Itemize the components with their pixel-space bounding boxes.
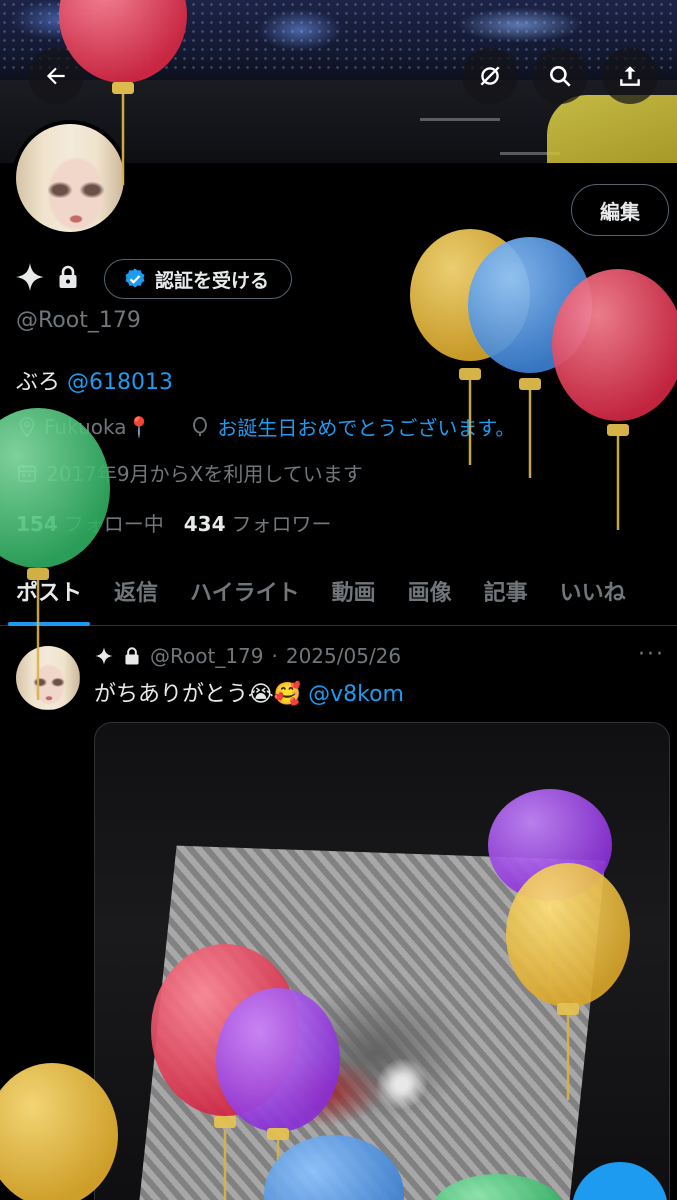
followers-link[interactable]: 434 フォロワー (184, 508, 332, 537)
profile-handle: @Root_179 (16, 308, 141, 333)
sparkle-icon (14, 261, 46, 297)
tab-replies[interactable]: 返信 (98, 556, 174, 626)
tab-photos[interactable]: 画像 (392, 556, 468, 626)
search-button[interactable] (532, 48, 588, 104)
get-verified-button[interactable]: 認証を受ける (104, 259, 293, 299)
more-options-icon[interactable]: ··· (638, 642, 665, 667)
banner-car (547, 95, 677, 163)
bio-text: ぶろ (16, 370, 61, 395)
post-avatar[interactable] (16, 646, 80, 710)
verified-badge-icon (125, 268, 145, 288)
lane-mark (420, 118, 500, 121)
mute-button[interactable] (462, 48, 518, 104)
website-link[interactable]: お誕生日おめでとうございます。 (217, 412, 515, 441)
bio-mention-link[interactable]: @618013 (67, 370, 173, 395)
followers-label: フォロワー (231, 512, 332, 536)
calendar-icon (17, 464, 37, 482)
location-text: Fukuoka📍 (44, 414, 152, 439)
tab-videos[interactable]: 動画 (316, 556, 392, 626)
back-icon (46, 67, 65, 85)
balloon (552, 269, 677, 530)
post-date[interactable]: 2025/05/26 (286, 644, 401, 668)
back-button[interactable] (28, 48, 84, 104)
media-artwork (134, 845, 606, 1200)
avatar-photo (16, 124, 124, 232)
share-icon (620, 66, 640, 86)
get-verified-label: 認証を受ける (155, 269, 270, 292)
tab-posts[interactable]: ポスト (0, 556, 98, 626)
profile-tabs: ポスト 返信 ハイライト 動画 画像 記事 いいね (0, 556, 677, 626)
post-header: @Root_179 · 2025/05/26 (94, 644, 401, 668)
tab-highlights[interactable]: ハイライト (174, 556, 316, 626)
post-mention-link[interactable]: @v8kom (308, 682, 404, 707)
followers-count: 434 (183, 512, 226, 536)
profile-avatar[interactable] (12, 120, 128, 236)
post-body: がちありがとう😭🥰 (94, 682, 302, 707)
follow-stats: 154 フォロー中 434 フォロワー (16, 508, 332, 537)
post-media-image[interactable] (94, 722, 670, 1200)
following-count: 154 (16, 512, 58, 536)
tab-articles[interactable]: 記事 (468, 556, 544, 626)
post-handle[interactable]: @Root_179 (150, 644, 264, 668)
share-button[interactable] (602, 48, 658, 104)
following-link[interactable]: 154 フォロー中 (16, 508, 164, 537)
lock-icon (125, 647, 139, 665)
joined-text: 2017年9月からXを利用しています (46, 462, 363, 486)
post-text: がちありがとう😭🥰 @v8kom (94, 676, 404, 708)
joined-date: 2017年9月からXを利用しています (16, 458, 363, 487)
tab-likes[interactable]: いいね (544, 556, 642, 626)
profile-meta: Fukuoka📍 お誕生日おめでとうございます。 (16, 412, 515, 441)
lock-icon (56, 264, 80, 294)
edit-profile-button[interactable]: 編集 (571, 184, 669, 236)
following-label: フォロー中 (63, 512, 164, 536)
post-separator: · (271, 644, 278, 668)
balloon-icon (193, 416, 208, 436)
sparkle-icon (95, 647, 113, 665)
post-avatar-photo (16, 646, 80, 710)
profile-bio: ぶろ @618013 (16, 364, 173, 396)
display-name-row: 認証を受ける (14, 258, 293, 300)
search-icon (550, 66, 571, 87)
post-item[interactable]: @Root_179 · 2025/05/26 ··· がちありがとう😭🥰 @v8… (0, 626, 677, 1200)
location-icon (19, 416, 35, 438)
crossed-circle-icon (480, 66, 500, 86)
balloon (468, 237, 592, 478)
